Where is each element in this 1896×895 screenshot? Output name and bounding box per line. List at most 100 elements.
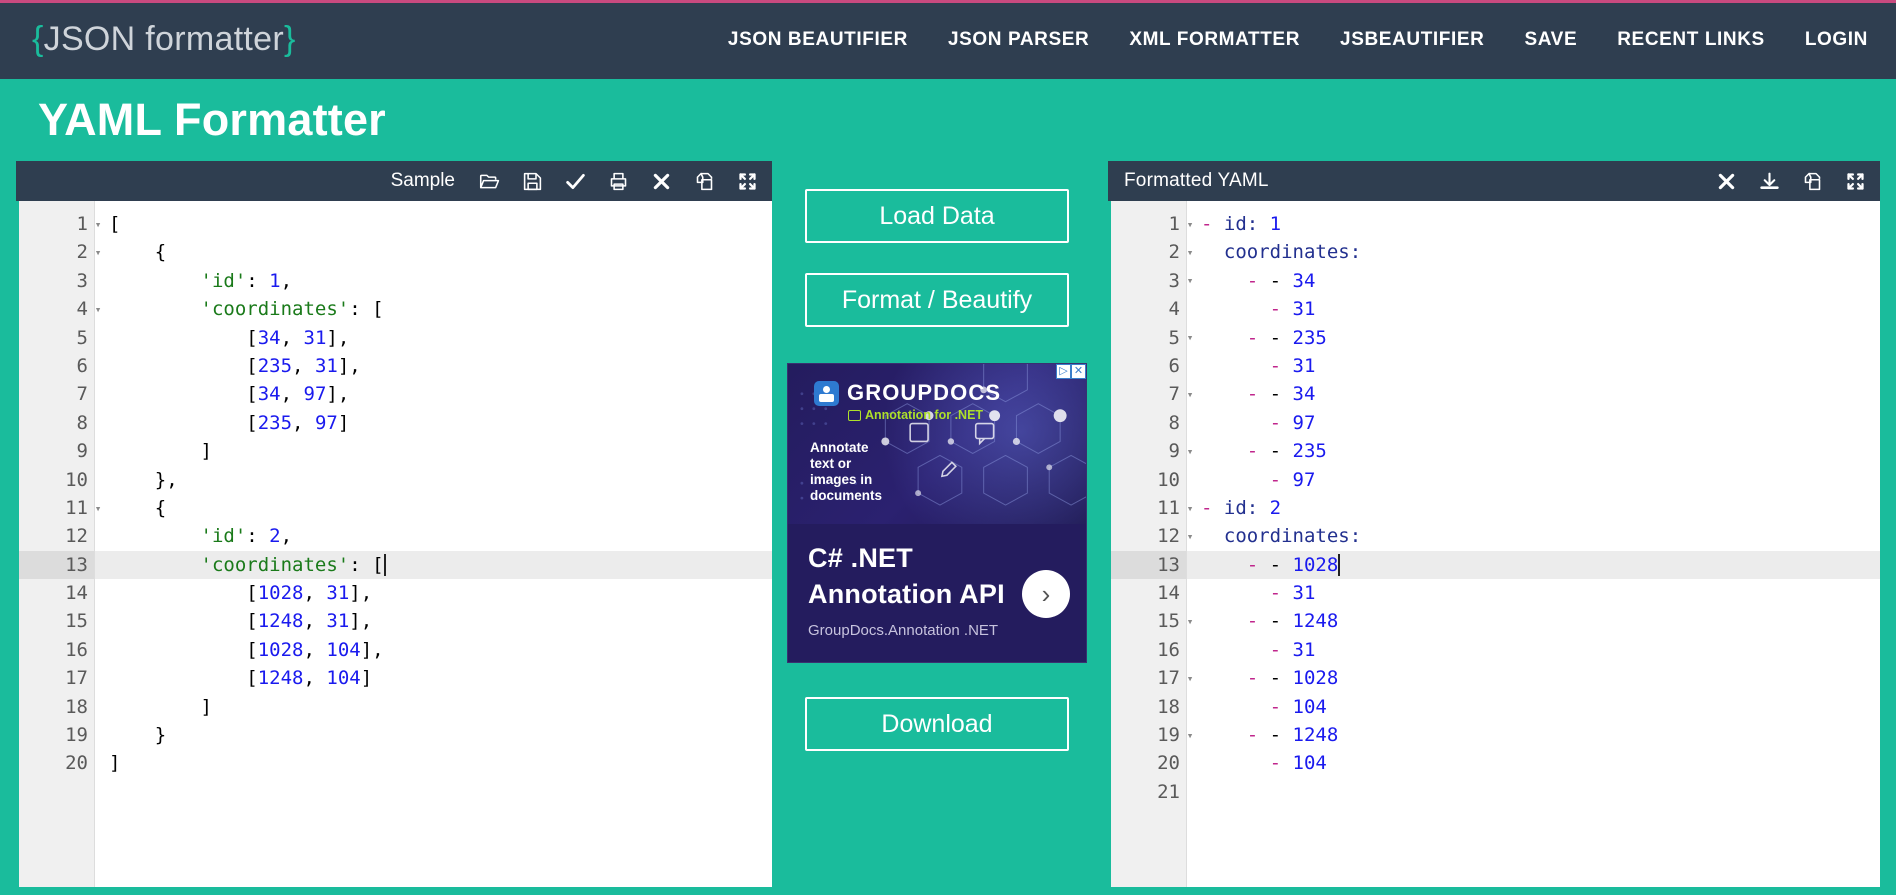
output_panel-code-line[interactable]: - - 235 [1201,437,1880,465]
input_panel-code-line[interactable]: { [109,494,772,522]
input_panel-code-line[interactable]: [1248, 31], [109,607,772,635]
output_panel-line-number: 7 ▾ [1111,380,1194,408]
input_panel-line-number: 2 ▾ [19,238,102,266]
validate-check-icon[interactable] [565,171,586,192]
token-pun: [ [109,667,258,690]
copy-icon[interactable] [1802,171,1823,192]
output_panel-code-line[interactable]: - - 34 [1201,267,1880,295]
token-pun: ], [349,582,373,605]
token-pun: , [280,383,304,406]
token-num: 31 [1292,354,1316,377]
nav-item-jsbeautifier[interactable]: JSBEAUTIFIER [1340,29,1484,51]
output_panel-code-line[interactable]: - - 1028 [1187,550,1880,580]
clear-close-icon[interactable] [1716,171,1737,192]
output_panel-code-line[interactable]: - - 1248 [1201,721,1880,749]
token-dash: - [1201,724,1270,747]
output_panel-code-line[interactable]: - 97 [1201,409,1880,437]
output_panel-code-line[interactable]: - id: 2 [1201,494,1880,522]
input-code-area[interactable]: [ { 'id': 1, 'coordinates': [ [34, 31], … [95,201,772,887]
token-num: 31 [1292,638,1316,661]
output_panel-code-line[interactable]: coordinates: [1201,522,1880,550]
output_panel-code-line[interactable]: - - 1028 [1201,664,1880,692]
token-dash: - [1201,213,1224,235]
input_panel-code-line[interactable]: 'coordinates': [ [95,550,772,580]
ad-close-icon[interactable]: ✕ [1071,364,1086,379]
token-num: 1248 [257,610,304,633]
input_panel-code-line[interactable]: [235, 31], [109,352,772,380]
fullscreen-icon[interactable] [737,171,758,192]
token-num: 31 [326,610,350,633]
token-pun: - [1269,610,1293,633]
page-title: YAML Formatter [38,94,386,145]
nav-item-json-parser[interactable]: JSON PARSER [948,29,1089,51]
output_panel-code-line[interactable]: - - 1248 [1201,607,1880,635]
token-pun: [ [109,354,258,377]
input_panel-code-line[interactable]: 'id': 1, [109,267,772,295]
output_panel-code-line[interactable] [1201,778,1880,806]
output_panel-code-line[interactable]: - 31 [1201,295,1880,323]
download-button[interactable]: Download [805,697,1069,751]
input_panel-code-line[interactable]: [34, 31], [109,324,772,352]
token-pun: : [ [349,553,384,576]
input_panel-code-line[interactable]: ] [109,749,772,777]
input_panel-code-line[interactable]: [ [109,210,772,238]
site-logo[interactable]: {JSON formatter} [32,20,296,59]
yaml-viewer[interactable]: 1▾2▾3▾45▾67▾89▾1011▾12▾13▾1415▾1617▾1819… [1108,201,1880,887]
advertisement[interactable]: ▷ ✕ GROUPDOCS Annotation for .NET Annota… [787,363,1087,663]
input_panel-code-line[interactable]: }, [109,466,772,494]
input_panel-code-line[interactable]: } [109,721,772,749]
output_panel-code-line[interactable]: - 31 [1201,579,1880,607]
format-beautify-button[interactable]: Format / Beautify [805,273,1069,327]
sample-button[interactable]: Sample [391,170,455,192]
token-pun: - [1269,724,1293,747]
input_panel-code-line[interactable]: 'id': 2, [109,522,772,550]
copy-icon[interactable] [694,171,715,192]
ad-brand-row: GROUPDOCS [814,380,1001,406]
nav-item-save[interactable]: SAVE [1524,29,1577,51]
nav-item-xml-formatter[interactable]: XML FORMATTER [1129,29,1300,51]
json-editor[interactable]: 1▾2▾34▾567891011▾1213▾14151617181920 [ {… [16,201,772,887]
output_panel-code-line[interactable]: - 104 [1201,749,1880,777]
token-num: 1028 [1292,667,1339,690]
nav-item-recent-links[interactable]: RECENT LINKS [1617,29,1765,51]
input_panel-code-line[interactable]: 'coordinates': [ [109,295,772,323]
nav-item-json-beautifier[interactable]: JSON BEAUTIFIER [728,29,908,51]
nav-item-login[interactable]: LOGIN [1805,29,1868,51]
token-num: 104 [326,638,361,661]
save-disk-icon[interactable] [522,171,543,192]
ad-next-arrow-icon[interactable]: › [1022,570,1070,618]
output_panel-line-number: 2 ▾ [1111,238,1194,266]
input_panel-code-line[interactable]: [1028, 31], [109,579,772,607]
clear-close-icon[interactable] [651,171,672,192]
input_panel-code-line[interactable]: { [109,238,772,266]
input_panel-line-number: 8 [76,411,88,434]
output_panel-code-line[interactable]: - 97 [1201,466,1880,494]
input_panel-code-line[interactable]: [34, 97], [109,380,772,408]
output_panel-code-line[interactable]: - 31 [1201,352,1880,380]
output_panel-code-line[interactable]: - - 34 [1201,380,1880,408]
open-folder-icon[interactable] [479,171,500,192]
ad-info-icon[interactable]: ▷ [1056,364,1071,379]
token-num: 31 [303,326,327,349]
load-data-button[interactable]: Load Data [805,189,1069,243]
output_panel-line-number: 4 [1168,298,1180,321]
output-panel-title: Formatted YAML [1124,170,1269,191]
output_panel-line-number: 13▾ [1111,550,1193,580]
output-code-area[interactable]: - id: 1 coordinates: - - 34 - 31 - - 235… [1187,201,1880,887]
download-icon[interactable] [1759,171,1780,192]
output_panel-code-line[interactable]: - 31 [1201,636,1880,664]
output_panel-code-line[interactable]: - id: 1 [1201,210,1880,238]
output_panel-code-line[interactable]: - 104 [1201,693,1880,721]
main-nav: JSON BEAUTIFIER JSON PARSER XML FORMATTER J… [728,29,1868,51]
input_panel-code-line[interactable]: [1028, 104], [109,636,772,664]
output_panel-code-line[interactable]: coordinates: [1201,238,1880,266]
print-icon[interactable] [608,171,629,192]
input_panel-code-line[interactable]: [1248, 104] [109,664,772,692]
fullscreen-icon[interactable] [1845,171,1866,192]
token-pun: ], [326,383,350,406]
token-str: 'id' [109,269,247,292]
input_panel-code-line[interactable]: [235, 97] [109,409,772,437]
input_panel-code-line[interactable]: ] [109,437,772,465]
output_panel-code-line[interactable]: - - 235 [1201,324,1880,352]
input_panel-code-line[interactable]: ] [109,693,772,721]
